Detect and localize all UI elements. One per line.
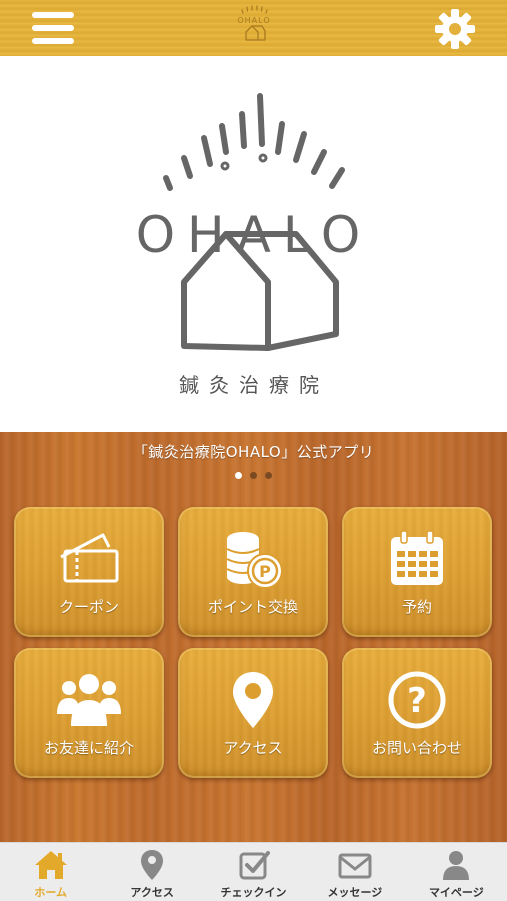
page-indicator [0,472,507,479]
user-icon [443,851,470,880]
hamburger-menu-icon[interactable] [32,10,74,46]
svg-text:P: P [259,562,271,581]
envelope-icon [338,853,372,879]
page-dot[interactable] [235,472,242,479]
hero-banner: OHALO 鍼灸治療院 [0,56,507,432]
tab-mypage[interactable]: マイページ [406,843,507,901]
coins-points-icon: P [226,532,283,589]
tile-label: 予約 [401,598,432,616]
menu-panel: 「鍼灸治療院OHALO」公式アプリ クーポン P ポイント交換 予約 お友達に紹… [0,432,507,842]
map-pin-icon [141,850,164,880]
tab-label: チェックイン [220,886,287,899]
question-icon: ? [388,671,446,729]
map-pin-icon [233,672,273,728]
tile-label: アクセス [223,739,283,757]
page-dot[interactable] [250,472,257,479]
calendar-icon [391,530,443,585]
tab-label: メッセージ [327,886,383,899]
header-logo: OHALO [237,5,270,41]
checkbox-icon [239,851,270,880]
tab-label: アクセス [130,886,174,899]
point-exchange-button[interactable]: P ポイント交換 [178,507,328,637]
ticket-icon [60,533,119,583]
tile-label: お問い合わせ [371,739,462,757]
app-caption: 「鍼灸治療院OHALO」公式アプリ [132,443,375,461]
bottom-tab-bar: ホーム アクセス チェックイン メッセージ マイページ [0,842,507,901]
refer-friend-button[interactable]: お友達に紹介 [14,648,164,778]
page-dot[interactable] [265,472,272,479]
tab-message[interactable]: メッセージ [304,843,405,901]
people-group-icon [57,674,121,726]
tab-home[interactable]: ホーム [0,843,101,901]
gear-icon[interactable] [434,8,476,50]
ohalo-logo: OHALO 鍼灸治療院 [136,93,360,397]
svg-text:鍼灸治療院: 鍼灸治療院 [179,373,329,397]
app-header: OHALO [0,0,507,56]
home-icon [34,851,67,879]
tab-access[interactable]: アクセス [101,843,202,901]
inquiry-button[interactable]: ? お問い合わせ [342,648,492,778]
svg-text:?: ? [407,681,427,721]
tile-label: クーポン [58,598,119,616]
tab-checkin[interactable]: チェックイン [203,843,304,901]
tab-label: ホーム [34,886,68,899]
svg-text:OHALO: OHALO [237,16,270,25]
coupon-button[interactable]: クーポン [14,507,164,637]
access-button[interactable]: アクセス [178,648,328,778]
tile-label: ポイント交換 [207,598,298,616]
tab-label: マイページ [428,886,484,899]
reservation-button[interactable]: 予約 [342,507,492,637]
tile-label: お友達に紹介 [43,739,134,757]
